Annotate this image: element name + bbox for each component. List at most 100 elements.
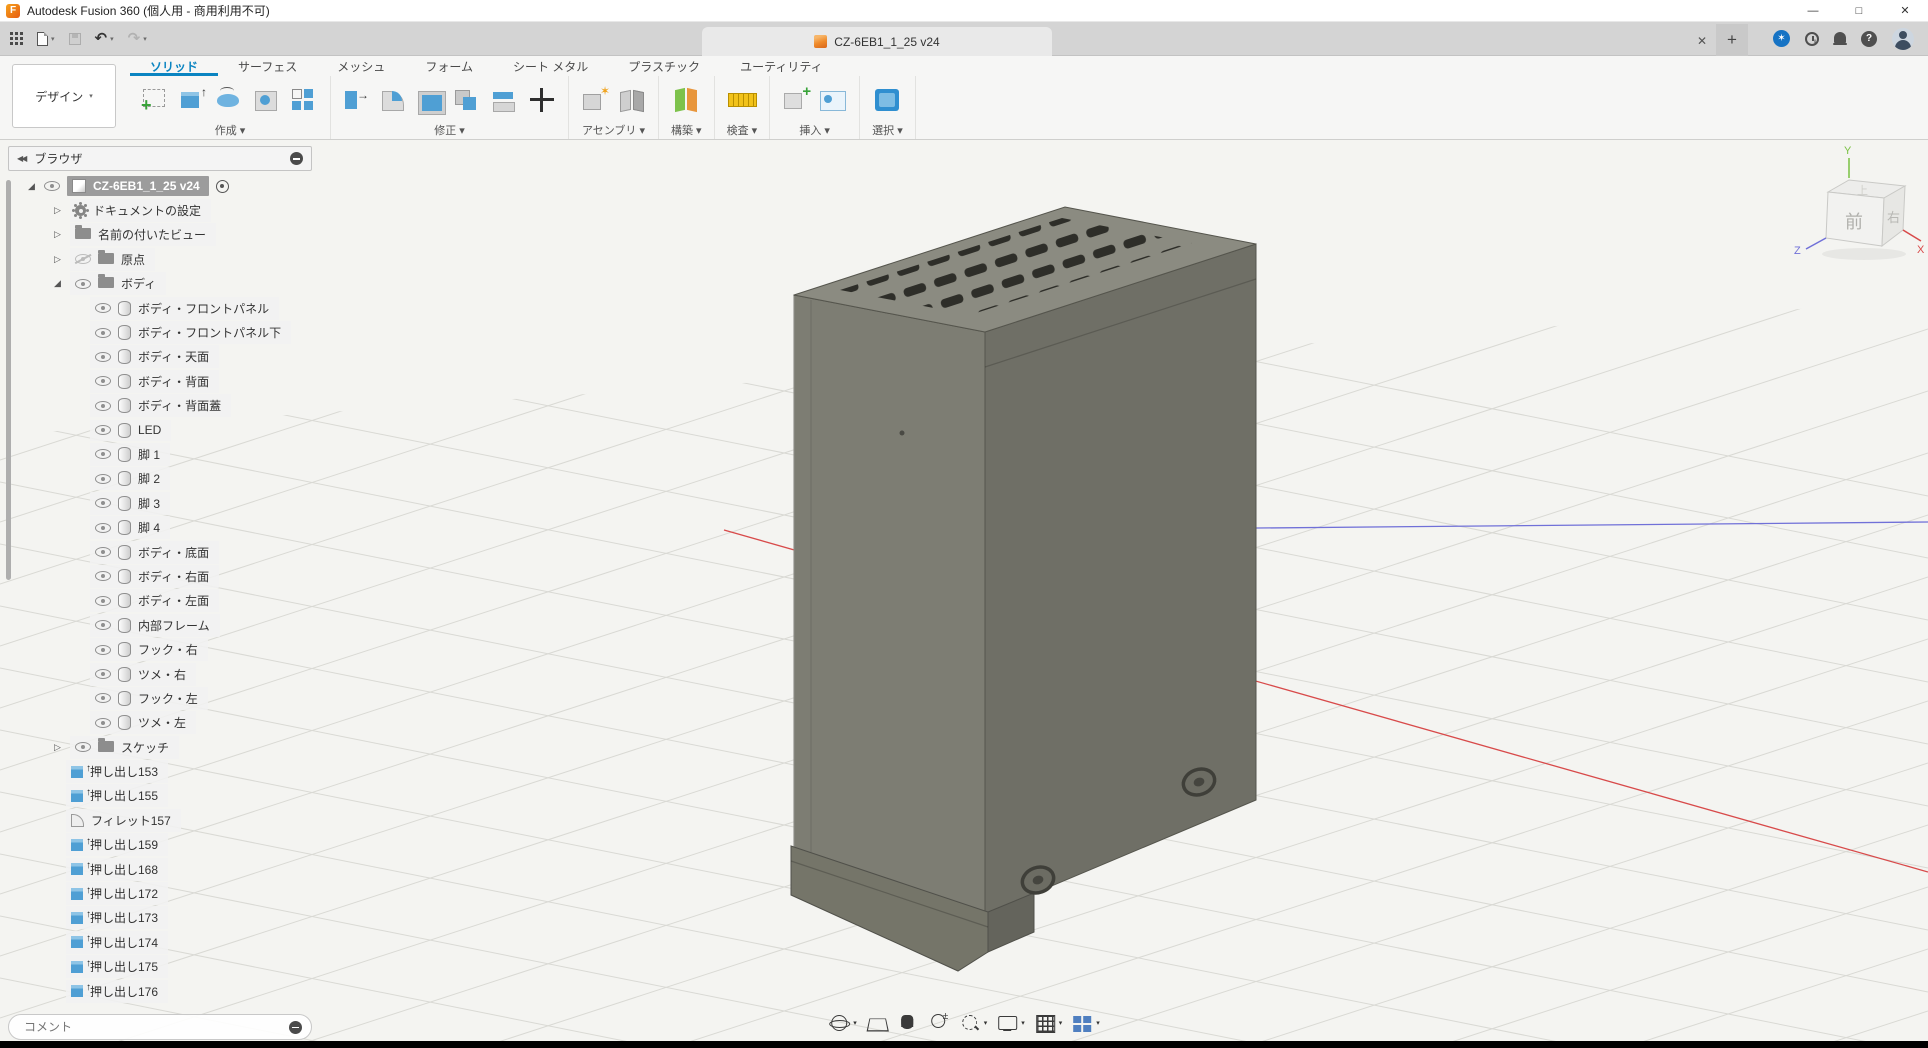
visibility-eye-icon[interactable] bbox=[95, 547, 111, 557]
browser-row[interactable]: 脚 4 bbox=[16, 515, 316, 539]
browser-row[interactable]: 押し出し175 bbox=[16, 955, 316, 979]
combine-icon[interactable] bbox=[452, 83, 484, 117]
comment-minus-icon[interactable] bbox=[289, 1021, 302, 1034]
expander-icon[interactable]: ◢ bbox=[28, 181, 44, 192]
viewcube-right-label[interactable]: 右 bbox=[1887, 210, 1900, 225]
offset-face-icon[interactable] bbox=[489, 83, 521, 117]
collapse-panel-icon[interactable]: ◀◀ bbox=[17, 154, 25, 163]
close-button[interactable]: ✕ bbox=[1882, 0, 1928, 21]
visibility-eye-icon[interactable] bbox=[75, 279, 91, 289]
browser-panel-header[interactable]: ◀◀ ブラウザ bbox=[8, 146, 312, 171]
visibility-eye-icon[interactable] bbox=[95, 376, 111, 386]
ribbon-tab[interactable]: ソリッド bbox=[130, 56, 218, 76]
file-menu-button[interactable]: ▾ bbox=[37, 32, 55, 46]
visibility-eye-icon[interactable] bbox=[75, 742, 91, 752]
group-dropdown-label[interactable]: 作成 ▾ bbox=[136, 122, 324, 139]
browser-row[interactable]: ▷ドキュメントの設定 bbox=[16, 198, 316, 222]
group-dropdown-label[interactable]: アセンブリ ▾ bbox=[575, 122, 652, 139]
group-dropdown-label[interactable]: 構築 ▾ bbox=[665, 122, 708, 139]
undo-button[interactable]: ↶▾ bbox=[95, 31, 114, 46]
group-dropdown-label[interactable]: 挿入 ▾ bbox=[776, 122, 853, 139]
browser-row[interactable]: ボディ・背面 bbox=[16, 369, 316, 393]
group-dropdown-label[interactable]: 修正 ▾ bbox=[337, 122, 562, 139]
browser-row[interactable]: ◢ボディ bbox=[16, 272, 316, 296]
browser-row[interactable]: フィレット157 bbox=[16, 808, 316, 832]
browser-row[interactable]: ▷名前の付いたビュー bbox=[16, 223, 316, 247]
create-sketch-icon[interactable] bbox=[140, 83, 172, 117]
visibility-eye-icon[interactable] bbox=[95, 669, 111, 679]
group-dropdown-label[interactable]: 検査 ▾ bbox=[721, 122, 764, 139]
tab-close-button[interactable]: ✕ bbox=[1690, 29, 1714, 53]
expander-icon[interactable]: ▷ bbox=[54, 254, 70, 265]
expander-icon[interactable]: ▷ bbox=[54, 205, 70, 216]
browser-row[interactable]: 押し出し174 bbox=[16, 930, 316, 954]
display-settings-button[interactable]: ▾ bbox=[996, 1012, 1025, 1034]
fillet-icon[interactable] bbox=[378, 83, 410, 117]
measure-icon[interactable] bbox=[726, 83, 758, 117]
group-dropdown-label[interactable]: 選択 ▾ bbox=[866, 122, 909, 139]
ribbon-tab[interactable]: サーフェス bbox=[218, 56, 317, 76]
browser-row[interactable]: 脚 3 bbox=[16, 491, 316, 515]
visibility-eye-icon[interactable] bbox=[95, 596, 111, 606]
browser-row[interactable]: 内部フレーム bbox=[16, 613, 316, 637]
comment-input[interactable] bbox=[22, 1019, 289, 1035]
expander-icon[interactable]: ◢ bbox=[54, 278, 70, 289]
press-pull-icon[interactable] bbox=[341, 83, 373, 117]
visibility-eye-icon[interactable] bbox=[95, 425, 111, 435]
ribbon-tab[interactable]: フォーム bbox=[405, 56, 493, 76]
comment-box[interactable] bbox=[8, 1014, 312, 1040]
expander-icon[interactable]: ▷ bbox=[54, 229, 70, 240]
browser-row[interactable]: ▷原点 bbox=[16, 247, 316, 271]
save-icon[interactable] bbox=[69, 33, 81, 45]
browser-row[interactable]: 押し出し153 bbox=[16, 759, 316, 783]
viewcube-top-label[interactable]: 上 bbox=[1857, 184, 1868, 197]
profile-avatar[interactable] bbox=[1892, 28, 1914, 50]
pattern-icon[interactable] bbox=[288, 83, 320, 117]
browser-row[interactable]: ボディ・右面 bbox=[16, 564, 316, 588]
fit-button[interactable]: ▾ bbox=[959, 1012, 988, 1034]
browser-scrollbar[interactable] bbox=[6, 180, 11, 580]
visibility-eye-icon[interactable] bbox=[95, 352, 111, 362]
visibility-eye-icon[interactable] bbox=[95, 645, 111, 655]
browser-row[interactable]: ツメ・右 bbox=[16, 662, 316, 686]
browser-row[interactable]: 脚 1 bbox=[16, 442, 316, 466]
document-tab[interactable]: CZ-6EB1_1_25 v24 bbox=[702, 27, 1052, 56]
new-component-icon[interactable] bbox=[579, 83, 611, 117]
ribbon-tab[interactable]: ユーティリティ bbox=[720, 56, 843, 76]
browser-row[interactable]: ボディ・フロントパネル bbox=[16, 296, 316, 320]
visibility-eye-icon[interactable] bbox=[75, 254, 91, 264]
visibility-eye-icon[interactable] bbox=[44, 181, 60, 191]
canvas-icon[interactable] bbox=[817, 83, 849, 117]
visibility-eye-icon[interactable] bbox=[95, 303, 111, 313]
construct-plane-icon[interactable] bbox=[670, 83, 702, 117]
browser-row[interactable]: 押し出し168 bbox=[16, 857, 316, 881]
extrude-icon[interactable] bbox=[177, 83, 209, 117]
job-status-icon[interactable] bbox=[1805, 32, 1819, 46]
ribbon-tab[interactable]: プラスチック bbox=[608, 56, 720, 76]
visibility-eye-icon[interactable] bbox=[95, 449, 111, 459]
browser-row[interactable]: 押し出し159 bbox=[16, 833, 316, 857]
browser-row[interactable]: ボディ・背面蓋 bbox=[16, 394, 316, 418]
notifications-icon[interactable] bbox=[1834, 32, 1846, 43]
hole-icon[interactable] bbox=[251, 83, 283, 117]
browser-row[interactable]: ◢CZ-6EB1_1_25 v24 bbox=[16, 174, 316, 198]
browser-row[interactable]: 押し出し172 bbox=[16, 881, 316, 905]
viewports-button[interactable]: ▾ bbox=[1071, 1012, 1100, 1034]
panel-minus-icon[interactable] bbox=[290, 152, 303, 165]
viewcube-front-label[interactable]: 前 bbox=[1845, 212, 1863, 232]
grid-settings-button[interactable]: ▾ bbox=[1034, 1012, 1063, 1034]
model-left-face[interactable] bbox=[794, 295, 985, 914]
visibility-eye-icon[interactable] bbox=[95, 571, 111, 581]
activate-radio-icon[interactable] bbox=[216, 180, 229, 193]
browser-row[interactable]: ツメ・左 bbox=[16, 711, 316, 735]
extensions-icon[interactable]: ✶ bbox=[1773, 30, 1790, 47]
ribbon-tab[interactable]: シート メタル bbox=[493, 56, 608, 76]
joint-icon[interactable] bbox=[616, 83, 648, 117]
browser-row[interactable]: ボディ・底面 bbox=[16, 540, 316, 564]
browser-row[interactable]: 押し出し155 bbox=[16, 784, 316, 808]
browser-row[interactable]: ボディ・フロントパネル下 bbox=[16, 320, 316, 344]
help-icon[interactable]: ? bbox=[1861, 31, 1877, 47]
visibility-eye-icon[interactable] bbox=[95, 401, 111, 411]
pan-button[interactable] bbox=[897, 1012, 919, 1034]
orbit-button[interactable]: ▾ bbox=[828, 1012, 857, 1034]
